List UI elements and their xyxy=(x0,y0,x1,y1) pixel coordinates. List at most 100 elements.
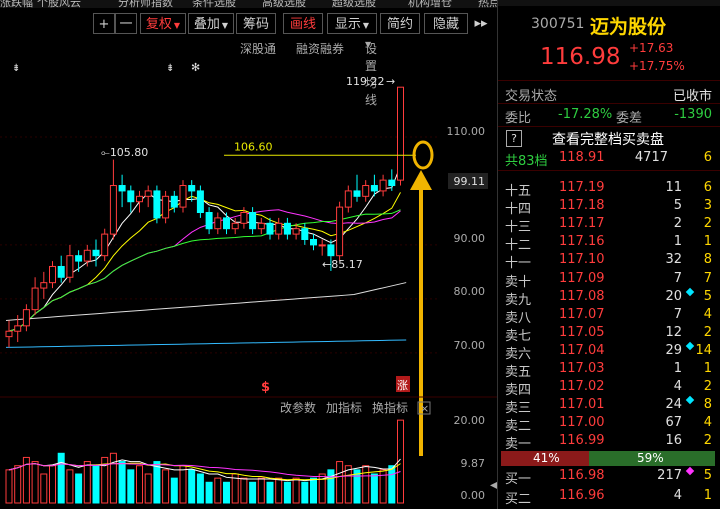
zoom-in-button[interactable]: + xyxy=(93,13,115,34)
candle xyxy=(57,255,65,283)
add-indicator-link[interactable]: 加指标 xyxy=(326,400,362,415)
ask-row[interactable]: 十三 117.17 2 2 xyxy=(498,214,720,235)
volume-bar xyxy=(92,465,100,504)
ask-row[interactable]: 十四 117.18 5 3 xyxy=(498,196,720,217)
volume-bar xyxy=(170,477,178,504)
level-price: 117.05 xyxy=(559,324,605,340)
level-volume: 4 xyxy=(673,488,682,503)
candle xyxy=(362,180,370,202)
candle xyxy=(118,174,126,208)
candle xyxy=(318,239,326,256)
volume-bar xyxy=(205,481,213,504)
candle xyxy=(301,223,309,245)
top-strip: 涨跌幅 个股风云 分析师指数 条件选股 高级选股 超级选股 机构增仓 热点追击 xyxy=(0,0,497,8)
ask-row[interactable]: 卖五 117.03 1 1 xyxy=(498,359,720,380)
shengutong-link[interactable]: 深股通 xyxy=(240,40,276,57)
ask-row[interactable]: 卖六 117.04 29 14 xyxy=(498,341,720,362)
huaxian-button[interactable]: 画线 xyxy=(283,13,323,34)
xianshi-dropdown[interactable]: 显示 ▼ xyxy=(327,13,377,34)
candle xyxy=(214,212,222,235)
diejia-dropdown[interactable]: 叠加 ▼ xyxy=(188,13,234,34)
volume-bar xyxy=(249,481,257,504)
top-tab[interactable]: 高级选股 xyxy=(262,0,306,8)
ask-row[interactable]: 卖七 117.05 12 2 xyxy=(498,323,720,344)
stock-name: 迈为股份 xyxy=(590,16,667,38)
candle xyxy=(170,190,178,213)
candle xyxy=(162,190,170,224)
volume-bar xyxy=(275,477,283,504)
ma120-line xyxy=(5,339,407,348)
top-tab[interactable]: 个股风云 xyxy=(37,0,81,8)
level-price: 117.18 xyxy=(559,198,605,214)
top-tab[interactable]: 机构增仓 xyxy=(408,0,452,8)
marker-icon[interactable]: ⇟ xyxy=(12,63,20,74)
panel-top-bar xyxy=(498,0,720,6)
ask-row[interactable]: 卖九 117.08 20 5 xyxy=(498,287,720,308)
chouma-button[interactable]: 筹码 xyxy=(236,13,276,34)
ask-row[interactable]: 卖八 117.07 7 4 xyxy=(498,305,720,326)
candle xyxy=(397,86,404,186)
hline-label: 106.60 xyxy=(234,140,273,153)
top-tab[interactable]: 条件选股 xyxy=(192,0,236,8)
yincang-label: 隐藏 xyxy=(432,17,459,32)
candle xyxy=(205,207,213,235)
chevron-down-icon: ▼ xyxy=(362,21,370,30)
level-price: 117.07 xyxy=(559,306,605,322)
candle xyxy=(344,185,352,213)
divider xyxy=(498,80,720,81)
marker-icon[interactable]: ⇟ xyxy=(166,63,174,74)
yincang-button[interactable]: 隐藏 xyxy=(424,13,468,34)
candle xyxy=(336,201,344,262)
kline-chart[interactable]: 106.60 110.00 99.11 90.00 80.00 70.00 11… xyxy=(0,56,497,509)
weicha-value: -1390 xyxy=(674,107,712,122)
dollar-event-icon[interactable]: $ xyxy=(261,380,270,395)
jianyue-button[interactable]: 简约 xyxy=(380,13,420,34)
ma60-line xyxy=(5,282,407,321)
volume-bar xyxy=(196,473,204,504)
top-tab[interactable]: 涨跌幅 xyxy=(0,0,33,8)
ask-row[interactable]: 卖三 117.01 24 8 xyxy=(498,395,720,416)
ask-row[interactable]: 十二 117.16 1 1 xyxy=(498,232,720,253)
scroll-left-icon[interactable]: ◀ xyxy=(490,480,497,491)
level-label: 买二 xyxy=(505,492,532,507)
candle xyxy=(144,185,152,208)
volume-bar xyxy=(283,481,291,504)
bid-row[interactable]: 买二 116.96 4 1 xyxy=(498,486,720,507)
price-tick: 70.00 xyxy=(454,339,486,352)
chevron-down-icon: ▼ xyxy=(221,21,229,30)
total-levels-row: 共83档 118.91 4717 6 xyxy=(498,148,720,169)
view-full-book-link[interactable]: 查看完整档买卖盘 xyxy=(552,129,664,149)
ask-row[interactable]: 十五 117.19 11 6 xyxy=(498,178,720,199)
ask-row[interactable]: 卖十 117.09 7 7 xyxy=(498,269,720,290)
top-tab[interactable]: 分析师指数 xyxy=(118,0,173,8)
ask-row[interactable]: 十一 117.10 32 8 xyxy=(498,250,720,271)
zoom-out-button[interactable]: 一 xyxy=(115,13,137,34)
candle xyxy=(5,320,13,348)
level-volume: 24 xyxy=(665,397,682,413)
swap-indicator-link[interactable]: 换指标 xyxy=(372,400,408,415)
bid-row[interactable]: 买一 116.98 217 5 xyxy=(498,466,720,487)
fuquan-label: 复权 xyxy=(145,17,172,32)
volume-bar xyxy=(162,469,170,504)
level-price: 117.09 xyxy=(559,270,605,286)
top-tab[interactable]: 超级选股 xyxy=(332,0,376,8)
peak-label: ⟜105.80 xyxy=(101,146,148,159)
ratio-right: 59% xyxy=(637,451,664,465)
ask-row[interactable]: 卖四 117.02 4 2 xyxy=(498,377,720,398)
level-price: 116.98 xyxy=(559,468,605,483)
ask-row[interactable]: 卖二 117.00 67 4 xyxy=(498,413,720,434)
fuquan-dropdown[interactable]: 复权 ▼ xyxy=(140,13,186,34)
candle xyxy=(49,261,56,289)
star-marker-icon[interactable]: ✻ xyxy=(191,61,200,74)
volume-bar xyxy=(127,469,135,504)
price-change: +17.63 xyxy=(629,41,674,55)
candlestick-series xyxy=(5,86,404,348)
ask-row[interactable]: 卖一 116.99 16 2 xyxy=(498,431,720,452)
param-link[interactable]: 改参数 xyxy=(280,400,316,415)
help-icon[interactable]: ? xyxy=(506,130,522,147)
rongzi-link[interactable]: 融资融券 xyxy=(296,40,344,57)
volume-bar xyxy=(266,481,274,504)
top-tab[interactable]: 热点追击 xyxy=(478,0,497,8)
more-arrow-icon[interactable]: ▸▸ xyxy=(468,13,494,34)
magenta-diamond-icon xyxy=(685,466,695,476)
